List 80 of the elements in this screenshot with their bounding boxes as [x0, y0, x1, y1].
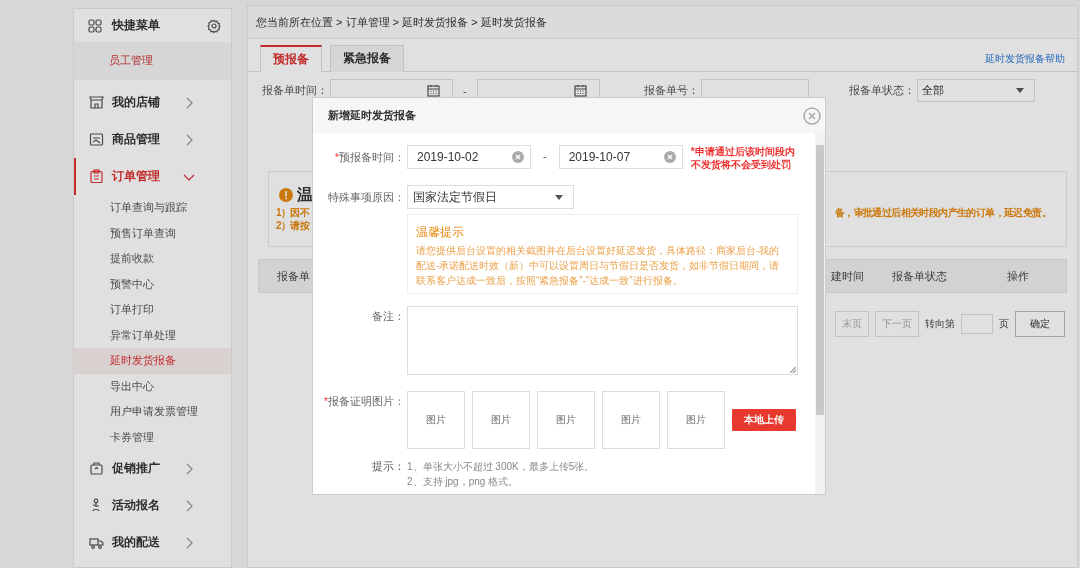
required-mark: * [334, 151, 339, 163]
scrollbar[interactable] [815, 133, 825, 494]
hint-text: 1、单张大小不超过 300K，最多上传5张。 [407, 460, 595, 474]
hint-label: 提示： [372, 460, 405, 472]
remark-field[interactable] [407, 306, 798, 375]
menu-item[interactable]: 员工管理 [109, 52, 231, 69]
submenu-item[interactable]: 订单查询与跟踪 [74, 195, 231, 221]
caret-icon [555, 194, 563, 200]
help-link[interactable]: 延时发货报备帮助 [985, 52, 1065, 71]
close-button[interactable] [803, 106, 821, 125]
submenu-item[interactable]: 预警中心 [74, 271, 231, 297]
menu-item[interactable]: 我的店铺 [74, 84, 231, 121]
field-label: 备注： [372, 310, 405, 322]
notice-title: 温 [297, 185, 313, 205]
resize-grip-icon [789, 366, 796, 373]
grid-icon [88, 18, 102, 33]
submenu-item[interactable]: 订单打印 [74, 297, 231, 323]
field-label: 报备单状态： [848, 83, 915, 98]
calendar-icon [427, 84, 440, 97]
field-label: 报备证明图片： [328, 395, 405, 407]
calendar-icon [573, 84, 587, 97]
submenu-item[interactable]: 异常订单处理 [74, 322, 231, 348]
field-label: 报备单时间： [262, 83, 328, 98]
warning-text: *申请通过后该时间段内不发货将不会受到处罚 [690, 145, 796, 171]
dialog-title: 新增延时发货报备 [328, 108, 416, 123]
reason-select[interactable]: 国家法定节假日 [407, 185, 574, 209]
tip-text: 请您提供后台设置的相关截图并在后台设置好延迟发货，具体路径：商家后台-我的配送-承诺配送时效（新）中可以设置周日与节假日是否发货，如非节假日期间，请联系客户达成一致后，按照“紧急报备”-“达成一致”进行报备。 [416, 244, 781, 288]
breadcrumb: 您当前所在位置 > 订单管理 > 延时发货报备 > 延时发货报备 [248, 6, 1077, 39]
menu-item[interactable]: 促销推广 [74, 450, 231, 487]
notice-text: 1）因不 [276, 206, 311, 219]
tab[interactable]: 紧急报备 [330, 45, 404, 72]
field-label: 特殊事项原因： [328, 191, 405, 203]
bag-icon [89, 461, 104, 476]
date-field[interactable]: 2019-10-02 [407, 145, 531, 169]
column-header: 报备单 [275, 268, 311, 284]
menu-item[interactable]: 商品管理 [74, 121, 231, 158]
image-frame-icon [89, 132, 104, 147]
settings-icon [207, 18, 221, 33]
required-mark: * [323, 395, 328, 407]
store-icon [89, 95, 104, 110]
image-slot[interactable]: 图片 [537, 391, 595, 449]
dash: - [463, 84, 467, 97]
field-label: 报备单号： [643, 83, 699, 98]
column-header: 操作 [1005, 268, 1030, 284]
submenu-item[interactable]: 延时发货报备 [74, 348, 231, 374]
warning-icon [279, 187, 293, 204]
status-select[interactable]: 全部 [916, 79, 1035, 102]
image-slot[interactable]: 图片 [472, 391, 530, 449]
submenu-item[interactable]: 卡券管理 [74, 424, 231, 450]
quick-menu-title: 快捷菜单 [112, 17, 161, 34]
date-field[interactable]: 2019-10-07 [558, 145, 683, 169]
submenu-item[interactable]: 导出中心 [74, 373, 231, 399]
tab[interactable]: 预报备 [260, 45, 322, 72]
page-input[interactable] [961, 314, 993, 334]
submenu-item[interactable]: 用户申请发票管理 [74, 399, 231, 425]
page-label: 转向第 [925, 317, 955, 331]
image-slot[interactable]: 图片 [667, 391, 725, 449]
menu-item[interactable]: 我的配送 [74, 524, 231, 561]
menu-item[interactable]: 订单管理 [74, 158, 231, 195]
submenu-item[interactable]: 提前收款 [74, 246, 231, 272]
notice-text: 备，审批通过后相关时段内产生的订单，延迟免责。 [834, 206, 1051, 219]
notice-text: 2）请按 [276, 219, 311, 232]
submenu-item[interactable]: 预售订单查询 [74, 220, 231, 246]
clear-icon [663, 151, 676, 163]
column-header: 报备单状态 [890, 268, 948, 284]
menu-item[interactable]: 活动报名 [74, 487, 231, 524]
truck-icon [89, 535, 104, 550]
column-header: 建时间 [831, 268, 865, 284]
image-slot[interactable]: 图片 [602, 391, 660, 449]
tip-title: 温馨提示 [416, 224, 465, 241]
dash: - [543, 150, 547, 162]
image-slot[interactable]: 图片 [407, 391, 465, 449]
confirm-button[interactable]: 确定 [1015, 311, 1065, 337]
upload-button[interactable]: 本地上传 [732, 409, 796, 431]
clear-icon [512, 151, 524, 163]
caret-icon [1015, 88, 1024, 93]
field-label: 预报备时间： [339, 151, 405, 163]
page-label: 页 [999, 317, 1009, 331]
hint-text: 2、支持 jpg，png 格式。 [407, 475, 520, 489]
clipboard-icon [89, 169, 104, 184]
